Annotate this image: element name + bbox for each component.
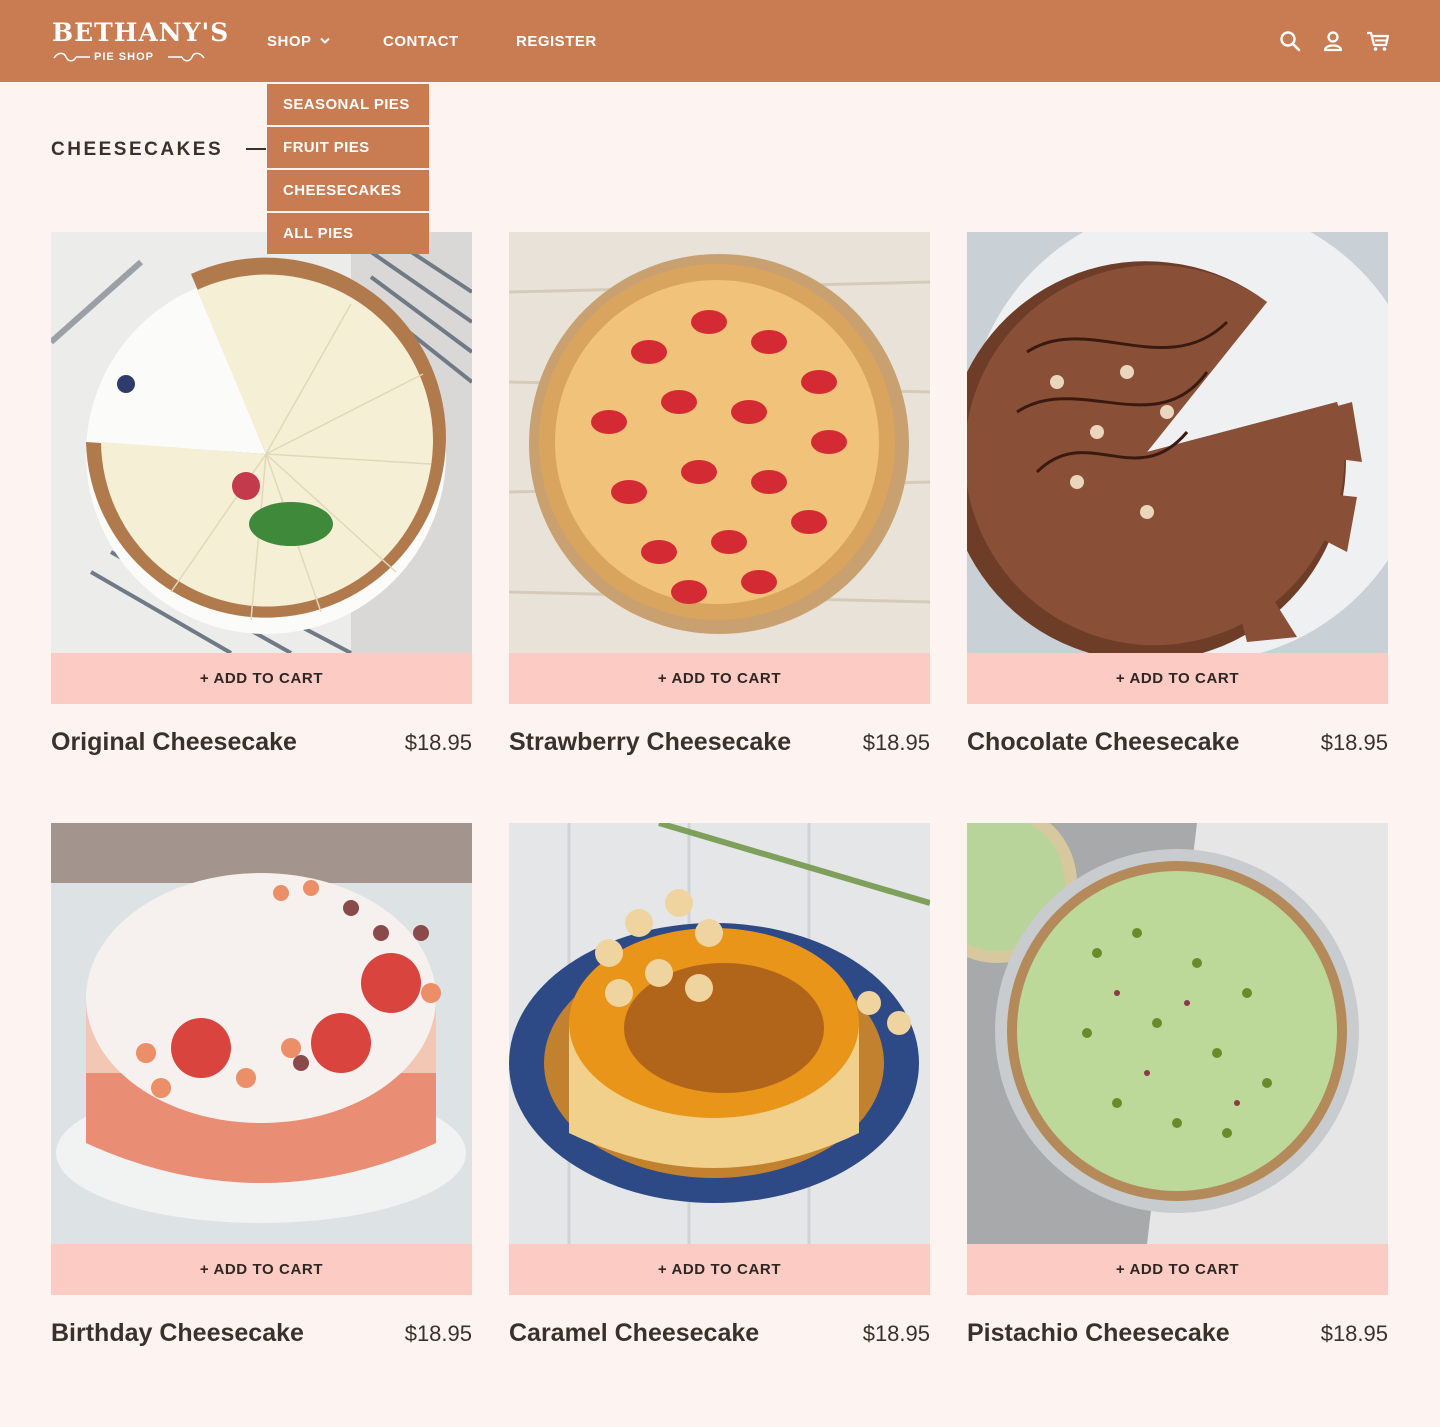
product-card: + ADD TO CART Birthday Cheesecake $18.95: [51, 823, 472, 1347]
product-card: + ADD TO CART Original Cheesecake $18.95: [51, 232, 472, 756]
flourish-left-icon: [53, 52, 90, 62]
add-to-cart-button[interactable]: + ADD TO CART: [51, 653, 472, 704]
user-icon[interactable]: [1322, 30, 1344, 52]
brand-logo[interactable]: BETHANY'S PIE SHOP: [52, 18, 228, 68]
nav-shop[interactable]: SHOP: [267, 33, 330, 50]
add-to-cart-button[interactable]: + ADD TO CART: [509, 653, 930, 704]
dropdown-item-seasonal-pies[interactable]: SEASONAL PIES: [267, 84, 429, 125]
product-image[interactable]: [967, 823, 1388, 1244]
dropdown-item-fruit-pies[interactable]: FRUIT PIES: [267, 127, 429, 168]
dropdown-item-cheesecakes[interactable]: CHEESECAKES: [267, 170, 429, 211]
product-price: $18.95: [862, 1321, 930, 1346]
brand-name: BETHANY'S: [52, 18, 230, 47]
nav-register[interactable]: REGISTER: [516, 33, 597, 50]
product-image[interactable]: [509, 232, 930, 653]
product-name[interactable]: Pistachio Cheesecake: [967, 1319, 1230, 1348]
product-price: $18.95: [404, 730, 472, 755]
chevron-down-icon: [320, 37, 330, 44]
product-card: + ADD TO CART Strawberry Cheesecake $18.…: [509, 232, 930, 756]
cart-icon[interactable]: [1366, 30, 1390, 52]
brand-tagline: PIE SHOP: [94, 51, 154, 63]
product-image[interactable]: [51, 823, 472, 1244]
product-name[interactable]: Original Cheesecake: [51, 728, 297, 757]
product-name[interactable]: Strawberry Cheesecake: [509, 728, 791, 757]
title-rule: [246, 148, 266, 150]
product-name[interactable]: Chocolate Cheesecake: [967, 728, 1239, 757]
product-card: + ADD TO CART Pistachio Cheesecake $18.9…: [967, 823, 1388, 1347]
product-price: $18.95: [1320, 730, 1388, 755]
product-card: + ADD TO CART Chocolate Cheesecake $18.9…: [967, 232, 1388, 756]
brand-tagline-row: PIE SHOP: [52, 51, 205, 65]
shop-dropdown-menu: SEASONAL PIES FRUIT PIES CHEESECAKES ALL…: [267, 84, 429, 256]
search-icon[interactable]: [1279, 30, 1301, 52]
flourish-right-icon: [168, 52, 205, 62]
product-image[interactable]: [967, 232, 1388, 653]
add-to-cart-button[interactable]: + ADD TO CART: [967, 1244, 1388, 1295]
add-to-cart-button[interactable]: + ADD TO CART: [967, 653, 1388, 704]
page-title: CHEESECAKES: [51, 139, 224, 160]
product-price: $18.95: [1320, 1321, 1388, 1346]
add-to-cart-button[interactable]: + ADD TO CART: [509, 1244, 930, 1295]
dropdown-item-all-pies[interactable]: ALL PIES: [267, 213, 429, 254]
product-price: $18.95: [404, 1321, 472, 1346]
product-image[interactable]: [51, 232, 472, 653]
product-name[interactable]: Caramel Cheesecake: [509, 1319, 759, 1348]
nav-shop-label: SHOP: [267, 33, 312, 50]
product-price: $18.95: [862, 730, 930, 755]
product-name[interactable]: Birthday Cheesecake: [51, 1319, 304, 1348]
product-image[interactable]: [509, 823, 930, 1244]
site-header: BETHANY'S PIE SHOP SHOP CONTACT REGISTER: [0, 0, 1440, 82]
nav-contact[interactable]: CONTACT: [383, 33, 459, 50]
product-card: + ADD TO CART Caramel Cheesecake $18.95: [509, 823, 930, 1347]
add-to-cart-button[interactable]: + ADD TO CART: [51, 1244, 472, 1295]
